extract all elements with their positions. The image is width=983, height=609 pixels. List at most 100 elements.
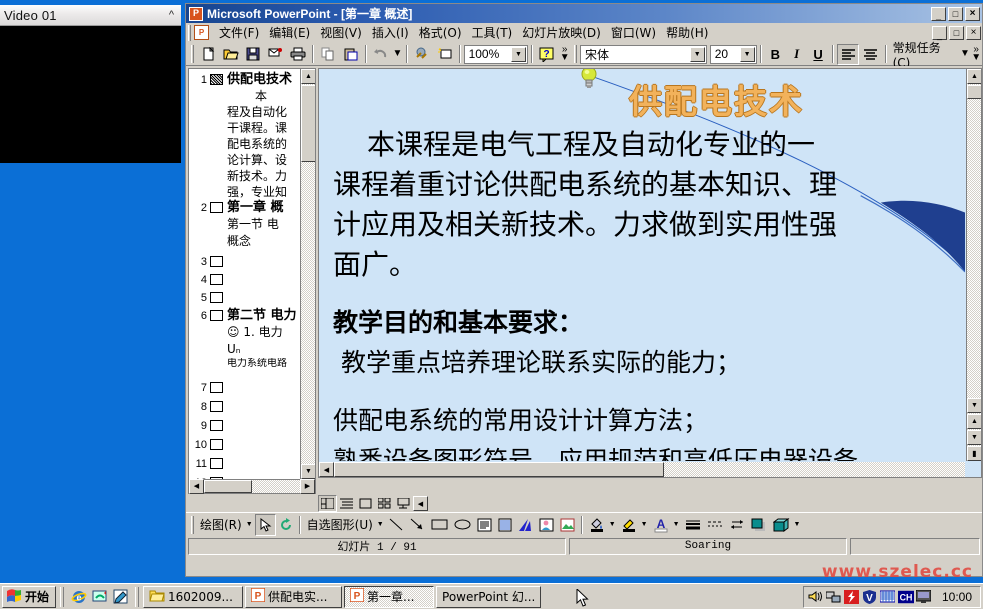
slide-hscroll-thumb[interactable] [334, 462, 664, 477]
outline-text-line[interactable]: 程及自动化 [189, 104, 300, 120]
font-color-icon[interactable]: A [650, 514, 672, 536]
show-desktop-icon[interactable] [91, 588, 108, 605]
hyperlink-icon[interactable] [411, 44, 433, 65]
outline-text-line[interactable]: 电力系统电路 [189, 358, 300, 369]
ime-ch-icon[interactable]: CH [897, 589, 914, 605]
menu-file[interactable]: 文件(F) [214, 22, 264, 43]
slide-title[interactable]: 供配电技术 [629, 75, 804, 123]
underline-button[interactable]: U [807, 44, 828, 65]
outline-slide-row[interactable]: 3 [189, 254, 300, 270]
select-arrow-icon[interactable] [254, 513, 276, 536]
start-button[interactable]: 开始 [2, 585, 57, 608]
monitor-icon[interactable] [916, 589, 932, 605]
menu-window[interactable]: 窗口(W) [606, 22, 661, 43]
task-area-grip[interactable] [135, 586, 140, 607]
font-name-combobox[interactable]: 宋体 ▼ [580, 44, 707, 64]
3d-icon[interactable] [770, 514, 793, 536]
line-color-icon[interactable] [618, 514, 640, 536]
chevron-down-icon[interactable]: ▼ [960, 49, 971, 59]
oval-icon[interactable] [451, 514, 474, 536]
chevron-up-icon[interactable]: ^ [169, 9, 177, 21]
align-center-icon[interactable] [859, 44, 881, 65]
outline-text-line[interactable]: 概念 [189, 233, 300, 250]
outline-view-icon[interactable] [337, 495, 356, 512]
line-icon[interactable] [386, 514, 407, 536]
save-icon[interactable] [242, 44, 264, 65]
mail-icon[interactable] [264, 44, 286, 65]
align-left-icon[interactable] [836, 43, 860, 65]
outline-vertical-scrollbar[interactable]: ▲ ▼ [300, 69, 315, 479]
close-button[interactable]: × [965, 6, 980, 21]
outlook-express-icon[interactable] [112, 588, 129, 605]
shield-icon[interactable]: V [862, 589, 878, 605]
outline-text-line[interactable]: 新技术。力 [189, 168, 300, 184]
volume-icon[interactable] [808, 589, 824, 605]
outline-slide-row[interactable]: 6 第二节 电力 [189, 308, 300, 324]
network-icon[interactable] [826, 589, 842, 605]
outline-slide-row[interactable]: 9 [189, 418, 300, 434]
undo-dropdown-icon[interactable]: ▼ [392, 49, 403, 59]
menu-view[interactable]: 视图(V) [315, 22, 367, 43]
outline-slide-row[interactable]: 5 [189, 290, 300, 306]
shadow-icon[interactable] [748, 514, 770, 536]
internet-explorer-icon[interactable]: e [70, 588, 87, 605]
menu-edit[interactable]: 编辑(E) [264, 22, 315, 43]
autoshapes-menu-button[interactable]: 自选图形(U) [304, 514, 376, 536]
outline-text-line[interactable]: 配电系统的 [189, 136, 300, 152]
rectangle-icon[interactable] [428, 514, 451, 536]
chevron-down-icon[interactable]: ▼ [376, 521, 386, 528]
toolbar-grip-handle[interactable] [191, 45, 194, 63]
taskbar-item-slideshow[interactable]: PowerPoint 幻... [436, 585, 542, 608]
textbox-icon[interactable] [474, 514, 495, 536]
slide-show-icon[interactable] [394, 495, 413, 512]
common-tasks-label[interactable]: 常规任务(C) [890, 39, 960, 70]
menu-insert[interactable]: 插入(I) [367, 22, 414, 43]
formatting-toolbar-grip-handle[interactable] [574, 45, 577, 63]
draw-menu-button[interactable]: 绘图(R) [197, 514, 245, 536]
toolbar-overflow-icon[interactable]: » ▼ [558, 45, 571, 63]
help-icon[interactable]: ? [536, 44, 558, 65]
slide-body-text[interactable]: 本课程是电气工程及自动化专业的一 课程着重讨论供配电系统的基本知识、理 计应用及… [333, 125, 965, 461]
insert-picture-icon[interactable] [557, 514, 578, 536]
video-window-titlebar[interactable]: Video 01 ^ [0, 5, 181, 26]
restore-button[interactable]: □ [948, 6, 963, 21]
doc-restore-button[interactable]: □ [949, 25, 964, 40]
scroll-up-icon[interactable]: ▲ [967, 69, 981, 84]
quick-launch-grip[interactable] [60, 586, 65, 607]
scroll-left-icon[interactable]: ◀ [189, 478, 204, 494]
outline-text-line[interactable]: Uₙ [189, 341, 300, 358]
outline-slide-row[interactable]: 1 供配电技术 [189, 72, 300, 88]
taskbar-item-powerpoint-active[interactable]: P 第一章... [344, 585, 435, 608]
open-icon[interactable] [219, 44, 241, 65]
scroll-down-icon[interactable]: ▼ [967, 398, 981, 413]
chevron-down-icon[interactable]: ▼ [672, 521, 682, 528]
scroll-up-icon[interactable]: ▲ [301, 69, 315, 84]
powerpoint-titlebar[interactable]: P Microsoft PowerPoint - [第一章 概述] _ □ × [186, 4, 982, 23]
chevron-down-icon[interactable]: ▼ [245, 521, 255, 528]
scroll-down-icon[interactable]: ▼ [301, 464, 315, 479]
clipart-icon[interactable] [536, 514, 557, 536]
chevron-down-icon[interactable]: ▼ [640, 521, 650, 528]
outline-text-line[interactable]: 论计算、设 [189, 152, 300, 168]
line-style-icon[interactable] [682, 514, 704, 536]
menu-slideshow[interactable]: 幻灯片放映(D) [517, 22, 606, 43]
wordart-icon[interactable] [495, 514, 515, 536]
slide-vertical-scrollbar[interactable]: ▲ ▼ ▲ ▼ ▮ [966, 69, 981, 461]
previous-slide-icon[interactable]: ▲ [967, 414, 981, 429]
scroll-left-icon[interactable]: ◀ [413, 496, 428, 511]
slide-view-icon[interactable] [356, 495, 375, 512]
menu-tools[interactable]: 工具(T) [467, 22, 518, 43]
chevron-down-icon[interactable]: ▼ [608, 521, 618, 528]
zoom-combobox[interactable]: 100% ▼ [463, 44, 528, 64]
outline-scroll-thumb[interactable] [301, 85, 315, 162]
fill-color-icon[interactable] [586, 514, 608, 536]
taskbar-item-powerpoint-1[interactable]: P 供配电实... [245, 585, 343, 608]
chevron-down-icon[interactable]: ▼ [793, 521, 803, 528]
outline-slide-row[interactable]: 11 [189, 456, 300, 472]
arrow-style-icon[interactable] [726, 514, 748, 536]
arrow-icon[interactable] [407, 514, 428, 536]
outline-slide-row[interactable]: 7 [189, 380, 300, 396]
slide-sorter-icon[interactable] [375, 495, 394, 512]
slide-horizontal-scrollbar[interactable]: ◀ [319, 462, 965, 477]
outline-slide-row[interactable]: 2 第一章 概 [189, 200, 300, 216]
